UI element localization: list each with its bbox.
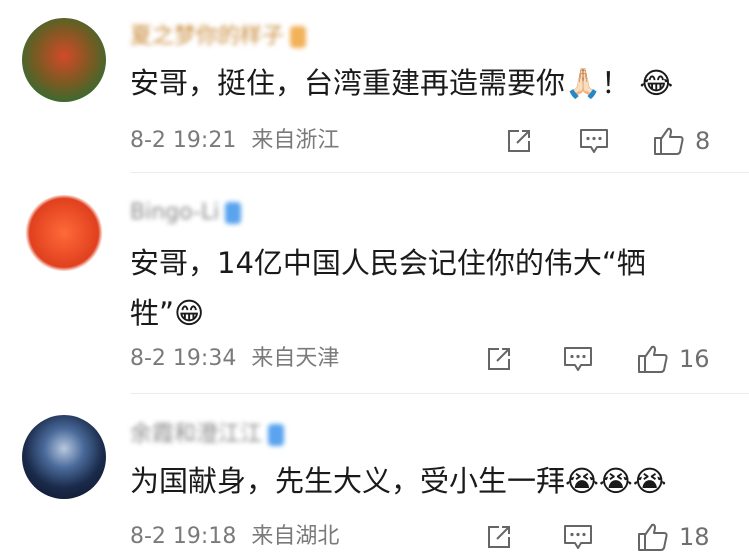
comment-date: 8-2 19:21 bbox=[130, 128, 237, 153]
comment-icon bbox=[580, 129, 608, 153]
comment-text: 安哥，挺住，台湾重建再造需要你🙏🏻！ 😂 bbox=[130, 66, 674, 100]
divider bbox=[130, 172, 749, 173]
vip-badge bbox=[290, 26, 307, 48]
comment-meta: 8-2 19:18 来自湖北 bbox=[130, 524, 339, 550]
thumbs-up-icon bbox=[638, 523, 668, 551]
comment-actions: 18 bbox=[485, 522, 725, 552]
repost-icon bbox=[508, 130, 530, 152]
repost-icon bbox=[488, 526, 510, 548]
comment-actions: 8 bbox=[505, 126, 725, 156]
like-count: 8 bbox=[695, 127, 711, 155]
avatar[interactable] bbox=[22, 415, 106, 499]
comment-meta: 8-2 19:21 来自浙江 bbox=[130, 128, 339, 154]
avatar[interactable] bbox=[22, 18, 106, 102]
thumbs-up-icon bbox=[654, 127, 684, 155]
username[interactable]: Bingo-Li bbox=[130, 200, 242, 226]
reply-button[interactable] bbox=[563, 344, 593, 374]
vip-badge bbox=[268, 424, 285, 446]
repost-button[interactable] bbox=[505, 126, 533, 156]
divider bbox=[130, 393, 749, 394]
comment-date: 8-2 19:34 bbox=[130, 346, 237, 371]
username[interactable]: 夏之梦你的样子 bbox=[130, 24, 307, 50]
reply-button[interactable] bbox=[579, 126, 609, 156]
like-count: 18 bbox=[679, 523, 710, 551]
avatar[interactable] bbox=[22, 195, 106, 279]
like-count: 16 bbox=[679, 345, 710, 373]
username[interactable]: 余霞和澄江江 bbox=[130, 422, 285, 448]
comment-icon bbox=[564, 347, 592, 371]
comment-text: 为国献身，先生大义，受小生一拜😭😭😭 bbox=[130, 464, 667, 498]
comment-location: 来自湖北 bbox=[251, 524, 340, 549]
like-button[interactable]: 8 bbox=[653, 126, 710, 156]
comment-location: 来自天津 bbox=[251, 346, 340, 371]
comment-meta: 8-2 19:34 来自天津 bbox=[130, 346, 339, 372]
repost-button[interactable] bbox=[485, 522, 513, 552]
thumbs-up-icon bbox=[638, 345, 668, 373]
reply-button[interactable] bbox=[563, 522, 593, 552]
like-button[interactable]: 16 bbox=[637, 344, 710, 374]
vip-badge bbox=[225, 202, 242, 224]
repost-button[interactable] bbox=[485, 344, 513, 374]
comment-date: 8-2 19:18 bbox=[130, 524, 237, 549]
comment-location: 来自浙江 bbox=[251, 128, 340, 153]
comment-icon bbox=[564, 525, 592, 549]
repost-icon bbox=[488, 348, 510, 370]
comment-text: 安哥，14亿中国人民会记住你的伟大“牺 牲”😁 bbox=[130, 246, 646, 330]
like-button[interactable]: 18 bbox=[637, 522, 710, 552]
comment-actions: 16 bbox=[485, 344, 725, 374]
